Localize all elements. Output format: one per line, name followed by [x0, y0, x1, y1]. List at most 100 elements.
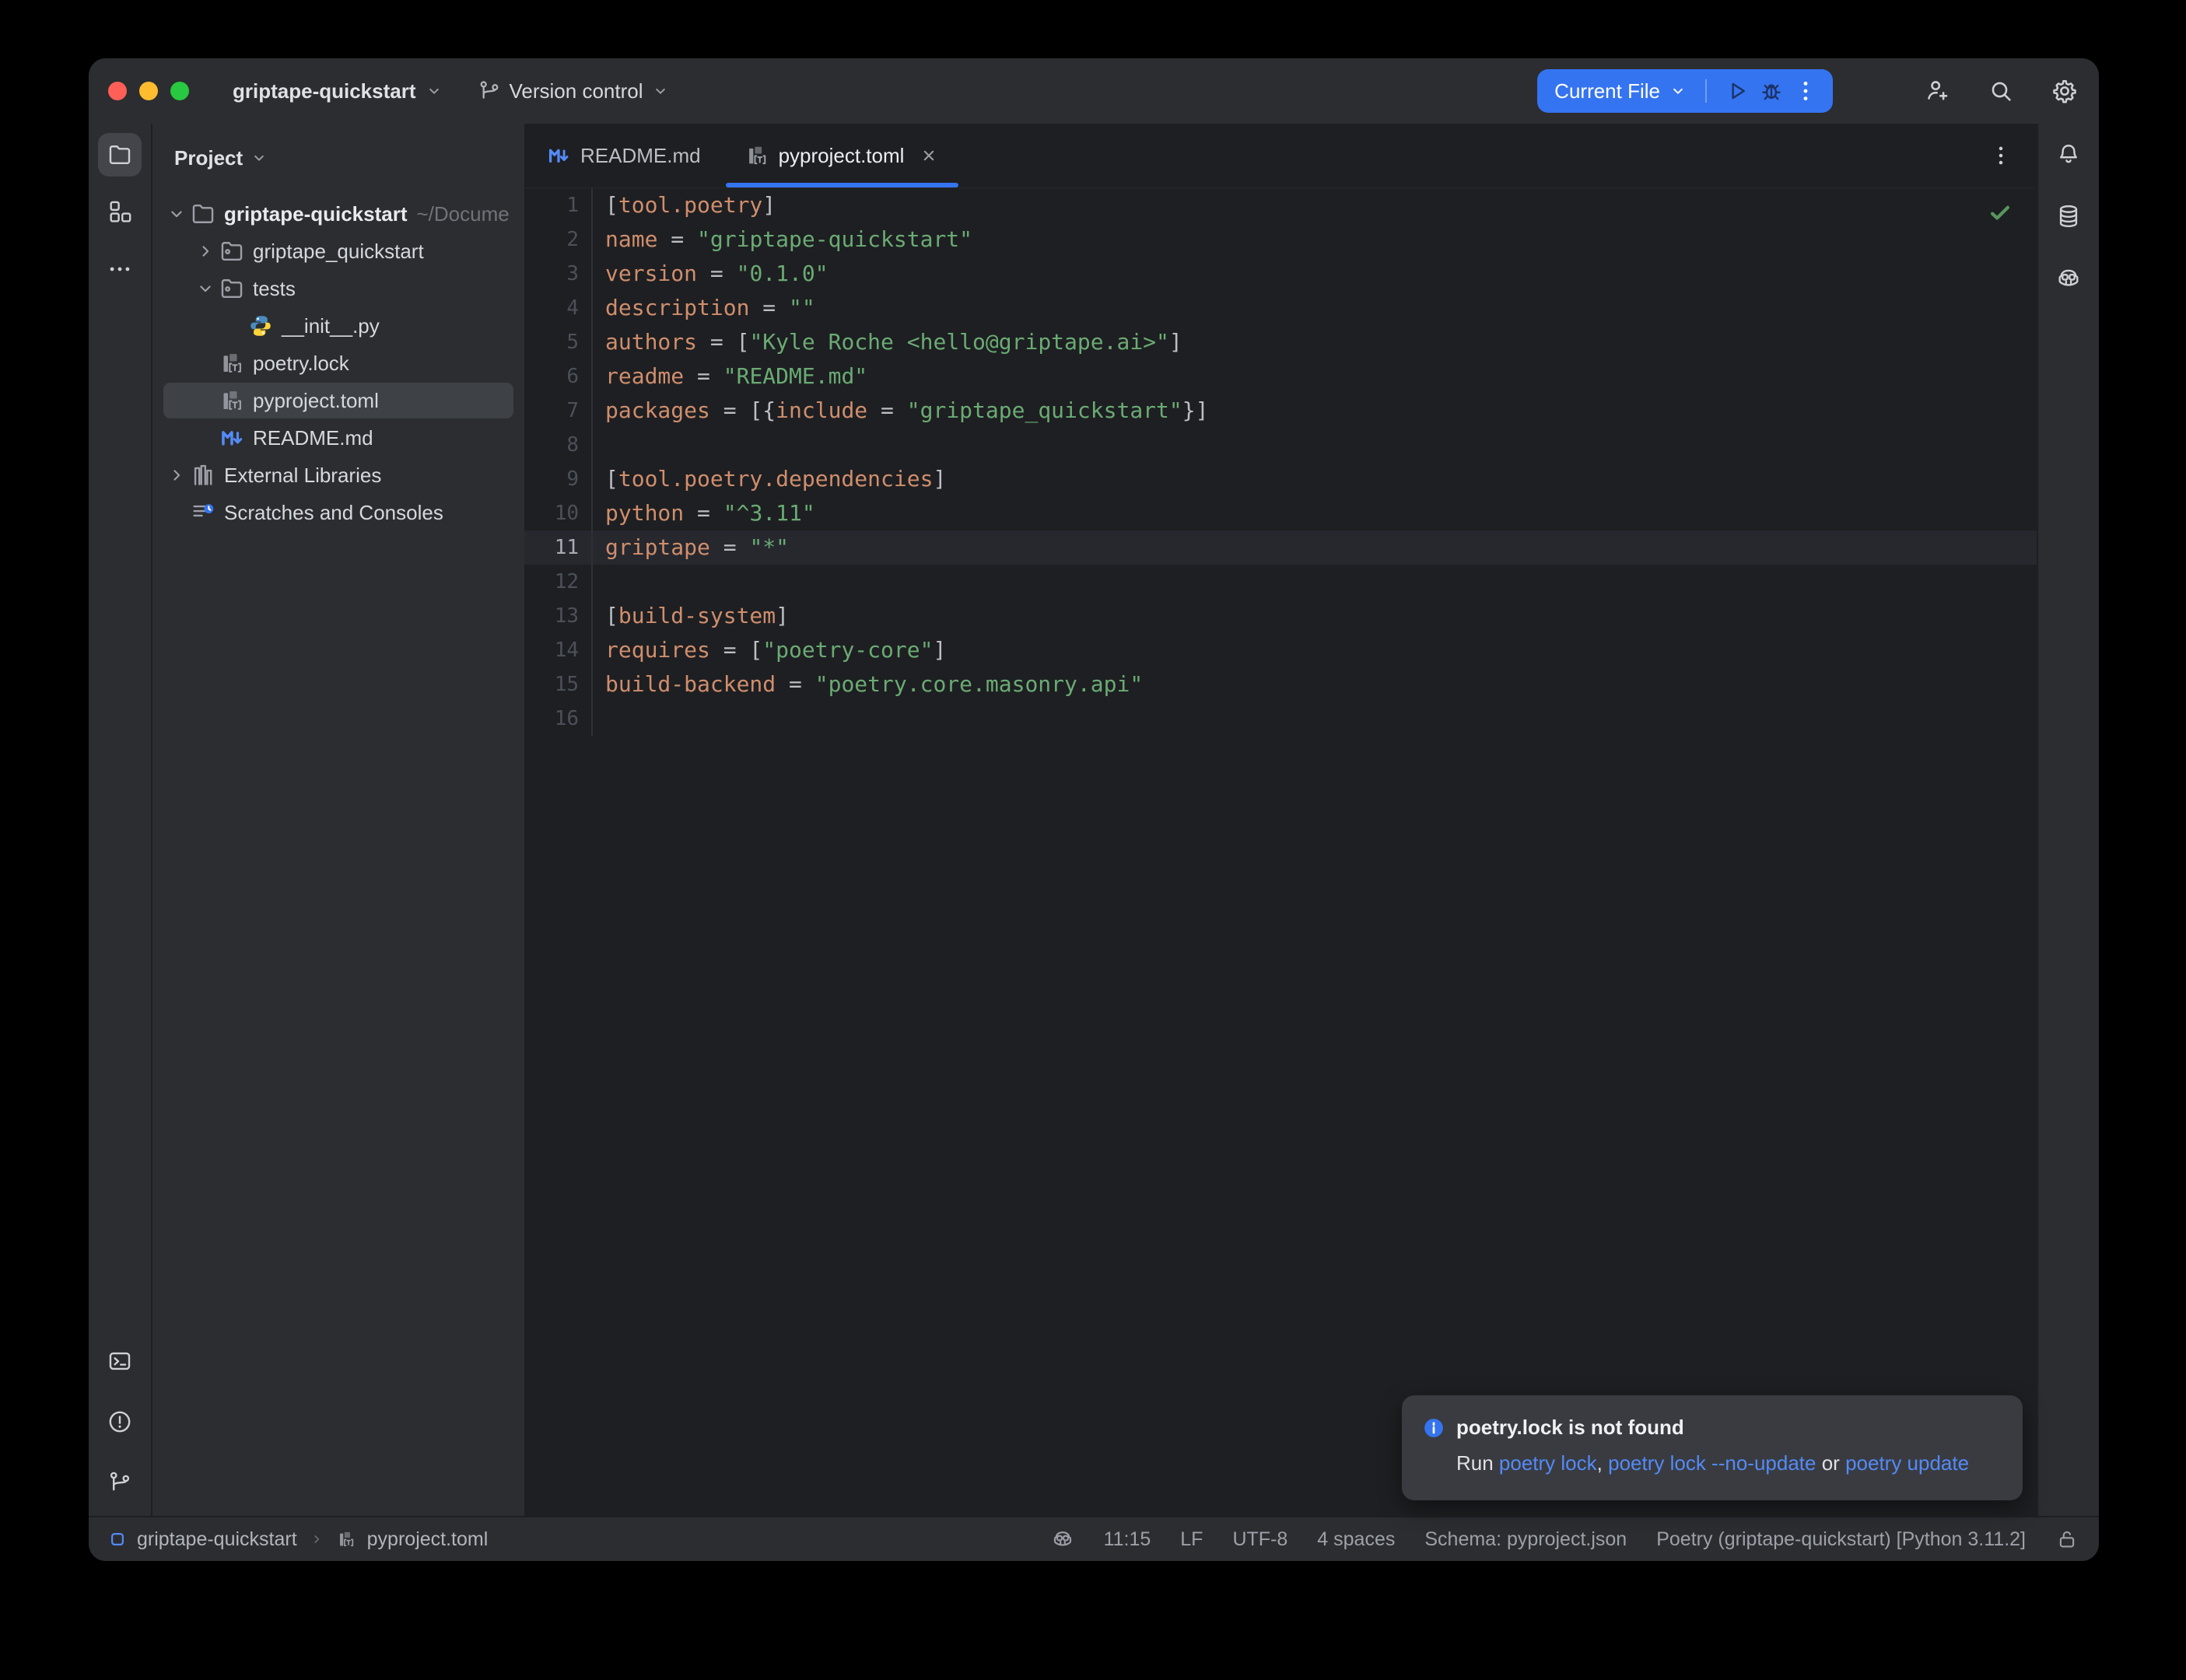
notification-text: ,: [1597, 1451, 1608, 1475]
zoom-window-button[interactable]: [170, 82, 189, 100]
debug-icon[interactable]: [1758, 78, 1785, 104]
tree-item--init-py[interactable]: __init__.py: [152, 307, 524, 345]
status-item-schema-pyproject-json[interactable]: Schema: pyproject.json: [1424, 1528, 1627, 1551]
project-tool-button[interactable]: [98, 133, 142, 177]
tree-item-path-suffix: ~/Docume: [417, 202, 510, 226]
database-tool-icon[interactable]: [2055, 203, 2082, 229]
tree-item-label: External Libraries: [224, 464, 381, 488]
more-tool-windows-icon[interactable]: [107, 256, 133, 282]
code-line-1: 1[tool.poetry]: [524, 188, 2037, 222]
token-str: "0.1.0": [737, 261, 829, 286]
tree-item-poetry-lock[interactable]: poetry.lock: [152, 345, 524, 382]
copilot-tool-icon[interactable]: [2055, 265, 2082, 292]
status-item-lf[interactable]: LF: [1180, 1528, 1203, 1551]
breadcrumb-pyproject-toml[interactable]: pyproject.toml: [367, 1528, 489, 1551]
tree-item-readme-md[interactable]: README.md: [152, 419, 524, 457]
chevron-right-icon[interactable]: [194, 240, 217, 263]
toml-icon: [336, 1529, 356, 1549]
status-item-4-spaces[interactable]: 4 spaces: [1317, 1528, 1395, 1551]
close-tab-icon[interactable]: [918, 145, 940, 166]
libraries-icon: [190, 462, 216, 488]
notifications-bell-icon[interactable]: [2055, 141, 2082, 167]
breadcrumb-griptape-quickstart[interactable]: griptape-quickstart: [137, 1528, 297, 1551]
line-number: 7: [524, 394, 593, 428]
code-line-text: packages = [{include = "griptape_quickst…: [593, 394, 1208, 428]
code-with-me-icon[interactable]: [1923, 77, 1951, 105]
code-line-5: 5authors = ["Kyle Roche <hello@griptape.…: [524, 325, 2037, 359]
chevron-right-icon[interactable]: [165, 464, 188, 487]
tree-item-tests[interactable]: tests: [152, 270, 524, 307]
token-p: = [: [697, 329, 749, 355]
token-key: readme: [605, 363, 684, 389]
line-number: 2: [524, 222, 593, 257]
project-widget[interactable]: griptape-quickstart: [233, 79, 444, 103]
project-panel: Project griptape-quickstart~/Documegript…: [152, 124, 524, 1516]
minimize-window-button[interactable]: [139, 82, 158, 100]
chevron-placeholder: [194, 389, 217, 412]
notification-link-poetry-lock[interactable]: poetry lock: [1499, 1451, 1597, 1475]
terminal-tool-icon[interactable]: [107, 1348, 133, 1374]
status-item-poetry-griptape-quickstart-python-3-11-2-[interactable]: Poetry (griptape-quickstart) [Python 3.1…: [1656, 1528, 2026, 1551]
token-p: [: [605, 603, 618, 628]
tree-item-external-libraries[interactable]: External Libraries: [152, 457, 524, 494]
tree-item-label: Scratches and Consoles: [224, 501, 443, 525]
activity-bar: [89, 124, 152, 1516]
line-number: 15: [524, 667, 593, 702]
unlock-icon[interactable]: [2055, 1528, 2079, 1551]
vcs-widget-label: Version control: [510, 79, 643, 103]
vcs-widget[interactable]: Version control: [477, 79, 671, 103]
notification-body: Run poetry lock, poetry lock --no-update…: [1456, 1447, 1999, 1479]
status-item-11-15[interactable]: 11:15: [1104, 1528, 1151, 1551]
token-key: build-backend: [605, 671, 776, 697]
tree-item-pyproject-toml[interactable]: pyproject.toml: [152, 382, 524, 419]
token-key: description: [605, 295, 749, 320]
notification-link-poetry-update[interactable]: poetry update: [1845, 1451, 1969, 1475]
copilot-icon[interactable]: [1051, 1528, 1074, 1551]
run-widget[interactable]: Current File: [1537, 69, 1833, 113]
settings-gear-icon[interactable]: [2051, 77, 2079, 105]
tree-item-scratches-and-consoles[interactable]: Scratches and Consoles: [152, 494, 524, 531]
tab-options-kebab-icon[interactable]: [1988, 143, 2013, 168]
code-line-text: griptape = "*": [593, 530, 789, 565]
project-panel-header[interactable]: Project: [152, 124, 524, 192]
tree-item-griptape-quickstart[interactable]: griptape_quickstart: [152, 233, 524, 270]
tab-readme-md[interactable]: README.md: [524, 124, 723, 187]
code-editor[interactable]: 1[tool.poetry]2name = "griptape-quicksta…: [524, 188, 2037, 1516]
tree-item-label: pyproject.toml: [253, 389, 379, 413]
code-line-12: 12: [524, 565, 2037, 599]
line-number: 4: [524, 291, 593, 325]
run-icon[interactable]: [1724, 78, 1750, 104]
chevron-down-icon[interactable]: [165, 202, 188, 226]
title-bar: griptape-quickstart Version control Curr…: [89, 58, 2099, 124]
tab-label: pyproject.toml: [779, 144, 905, 168]
structure-tool-icon[interactable]: [107, 198, 133, 225]
code-line-text: build-backend = "poetry.core.masonry.api…: [593, 667, 1143, 702]
close-window-button[interactable]: [108, 82, 127, 100]
toml-icon: [219, 387, 245, 414]
chevron-down-icon[interactable]: [194, 277, 217, 300]
tabs-container: README.md pyproject.toml: [524, 124, 962, 187]
problems-tool-icon[interactable]: [107, 1409, 133, 1435]
tree-item-griptape-quickstart[interactable]: griptape-quickstart~/Docume: [152, 195, 524, 233]
more-run-options-icon[interactable]: [1792, 78, 1819, 104]
token-p: =: [710, 534, 750, 560]
search-everywhere-icon[interactable]: [1987, 77, 2015, 105]
run-config-label: Current File: [1554, 79, 1660, 103]
token-key: version: [605, 261, 697, 286]
inspection-ok-check-icon[interactable]: [1987, 199, 2013, 226]
token-key: griptape: [605, 534, 710, 560]
token-str: "poetry.core.masonry.api": [815, 671, 1143, 697]
code-line-text: [build-system]: [593, 599, 789, 633]
git-tool-icon[interactable]: [107, 1469, 133, 1496]
token-key: authors: [605, 329, 697, 355]
code-line-7: 7packages = [{include = "griptape_quicks…: [524, 394, 2037, 428]
notification-link-poetry-lock-no-update[interactable]: poetry lock --no-update: [1608, 1451, 1816, 1475]
code-line-10: 10python = "^3.11": [524, 496, 2037, 530]
project-panel-title: Project: [174, 146, 243, 170]
token-p: =: [867, 397, 907, 423]
toml-icon: [219, 350, 245, 376]
window-controls: [108, 82, 189, 100]
line-number: 9: [524, 462, 593, 496]
status-item-utf-8[interactable]: UTF-8: [1232, 1528, 1287, 1551]
tab-pyproject-toml[interactable]: pyproject.toml: [723, 124, 962, 187]
